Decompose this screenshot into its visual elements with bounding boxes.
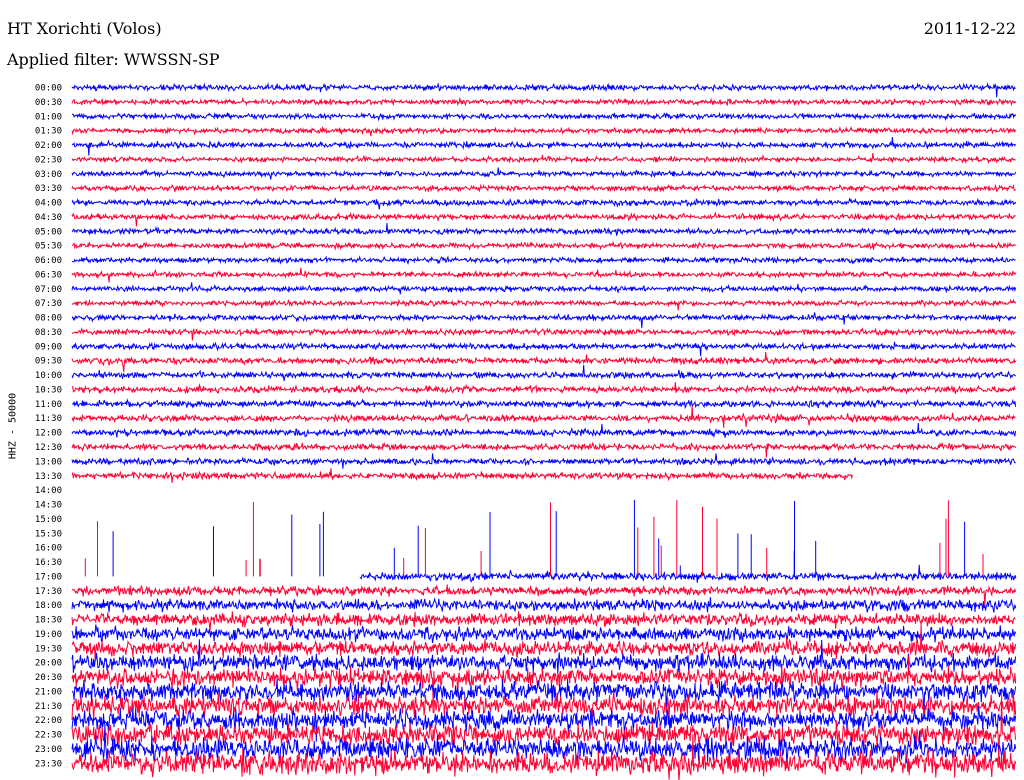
trace-line [71, 267, 1017, 283]
tick-label: 11:00 [35, 400, 62, 410]
trace-line [71, 153, 1016, 165]
trace-line [71, 282, 1017, 295]
trace-line [71, 624, 1017, 644]
tick-label: 19:00 [35, 630, 62, 640]
time-tick-labels: 00:00 00:30 01:00 01:30 02:00 02:30 03:00 03:30… [35, 84, 62, 770]
trace-line [71, 365, 1016, 381]
tick-label: 10:00 [35, 371, 62, 381]
trace-line [71, 611, 1016, 633]
trace-line [71, 382, 1016, 395]
tick-label: 11:30 [35, 414, 62, 424]
tick-label: 13:30 [35, 472, 62, 482]
tick-label: 20:00 [35, 659, 62, 669]
trace-line [71, 705, 1017, 742]
tick-label: 13:00 [35, 457, 62, 467]
trace-line [71, 622, 1017, 660]
seismogram-plot: 00:00 00:30 01:00 01:30 02:00 02:30 03:00 03:30… [35, 82, 1017, 780]
tick-label: 12:00 [35, 429, 62, 439]
tick-label: 14:00 [35, 486, 62, 496]
trace-line [71, 327, 1016, 341]
tick-label: 03:00 [35, 170, 62, 180]
trace-line [71, 398, 1017, 410]
trace-line [71, 82, 1016, 98]
tick-label: 09:30 [35, 357, 62, 367]
tick-label: 23:30 [35, 759, 62, 769]
seismogram-traces [71, 82, 1017, 780]
trace-line [71, 422, 1017, 439]
tick-label: 14:30 [35, 501, 62, 511]
tick-label: 00:30 [35, 98, 62, 108]
tick-label: 23:00 [35, 745, 62, 755]
trace-line [71, 197, 1017, 210]
tick-label: 16:30 [35, 558, 62, 568]
trace-line [71, 96, 1017, 107]
tick-label: 03:30 [35, 184, 62, 194]
tick-label: 00:00 [35, 84, 62, 94]
tick-label: 02:00 [35, 141, 62, 151]
tick-label: 19:30 [35, 644, 62, 654]
tick-label: 07:00 [35, 285, 62, 295]
tick-label: 07:30 [35, 299, 62, 309]
trace-line [71, 597, 1017, 613]
tick-label: 17:30 [35, 587, 62, 597]
tick-label: 15:00 [35, 515, 62, 525]
tick-label: 18:30 [35, 616, 62, 626]
tick-label: 16:00 [35, 544, 62, 554]
tick-label: 22:30 [35, 731, 62, 741]
tick-label: 09:00 [35, 342, 62, 352]
tick-label: 12:30 [35, 443, 62, 453]
trace-line [71, 352, 1017, 372]
trace-line [71, 223, 1017, 237]
trace-line [71, 312, 1017, 329]
tick-label: 10:30 [35, 385, 62, 395]
tick-label: 01:30 [35, 127, 62, 137]
trace-line [71, 183, 1016, 194]
tick-label: 06:30 [35, 270, 62, 280]
tick-label: 05:30 [35, 242, 62, 252]
tick-label: 04:00 [35, 199, 62, 209]
trace-line [71, 639, 1017, 674]
tick-label: 02:30 [35, 155, 62, 165]
tick-label: 18:00 [35, 601, 62, 611]
trace-line [71, 468, 853, 483]
tick-label: 04:30 [35, 213, 62, 223]
trace-line [71, 167, 1017, 180]
trace-line [71, 441, 1017, 458]
trace-line [71, 136, 1017, 156]
tick-label: 15:30 [35, 529, 62, 539]
tick-label: 06:00 [35, 256, 62, 266]
tick-label: 05:00 [35, 227, 62, 237]
trace-line [71, 733, 1017, 780]
tick-label: 21:00 [35, 687, 62, 697]
trace-line [359, 564, 1017, 583]
trace-line [71, 111, 1017, 122]
tick-label: 22:00 [35, 716, 62, 726]
trace-line [71, 453, 1016, 469]
trace-line [71, 405, 1016, 428]
tick-label: 20:30 [35, 673, 62, 683]
tick-label: 08:30 [35, 328, 62, 338]
tick-label: 08:00 [35, 314, 62, 324]
tick-label: 01:00 [35, 112, 62, 122]
tick-label: 17:00 [35, 572, 62, 582]
trace-line [71, 255, 1016, 265]
tick-label: 21:30 [35, 702, 62, 712]
trace-line [71, 125, 1017, 137]
trace-line [71, 298, 1017, 311]
trace-line [71, 211, 1016, 227]
trace-line [71, 341, 1016, 357]
trace-line [71, 241, 1016, 251]
